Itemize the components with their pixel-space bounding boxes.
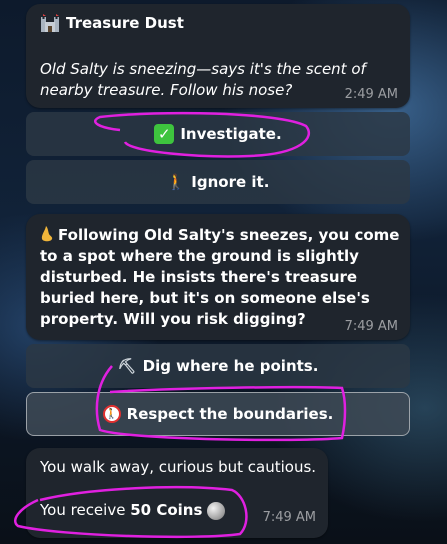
message-bubble-1: Treasure Dust Old Salty is sneezing—says… [26,4,410,108]
ignore-button[interactable]: 🚶 Ignore it. [26,160,410,204]
coin-amount: 50 Coins [130,501,203,519]
dig-label: Dig where he points. [142,357,319,375]
message-body: Old Salty is sneezing—says it's the scen… [40,60,366,99]
castle-icon [40,14,60,32]
message-body: Following Old Salty's sneezes, you come … [40,226,400,328]
reward-line: You receive 50 Coins [40,500,226,521]
message-bubble-3: You walk away, curious but cautious. You… [26,448,328,538]
pickaxe-icon: ⛏ [117,357,137,375]
message-title: Treasure Dust [40,14,184,32]
investigate-button[interactable]: ✓ Investigate. [26,112,410,156]
message-title-text: Treasure Dust [66,14,184,32]
message-time: 7:49 AM [262,510,316,525]
message-time: 2:49 AM [344,87,398,102]
respect-boundaries-button[interactable]: 🚶 Respect the boundaries. [26,392,410,436]
nose-icon [40,226,54,242]
moon-coin-icon [207,501,226,520]
message-time: 7:49 AM [344,319,398,334]
no-pedestrians-icon: 🚶 [102,405,121,423]
message-bubble-2: Following Old Salty's sneezes, you come … [26,214,410,340]
respect-label: Respect the boundaries. [126,405,334,423]
ignore-label: Ignore it. [191,173,270,191]
walking-person-icon: 🚶 [166,173,186,191]
dig-button[interactable]: ⛏ Dig where he points. [26,344,410,388]
message-line: You walk away, curious but cautious. [40,458,317,476]
check-mark-icon: ✓ [154,124,175,144]
investigate-label: Investigate. [180,125,282,143]
